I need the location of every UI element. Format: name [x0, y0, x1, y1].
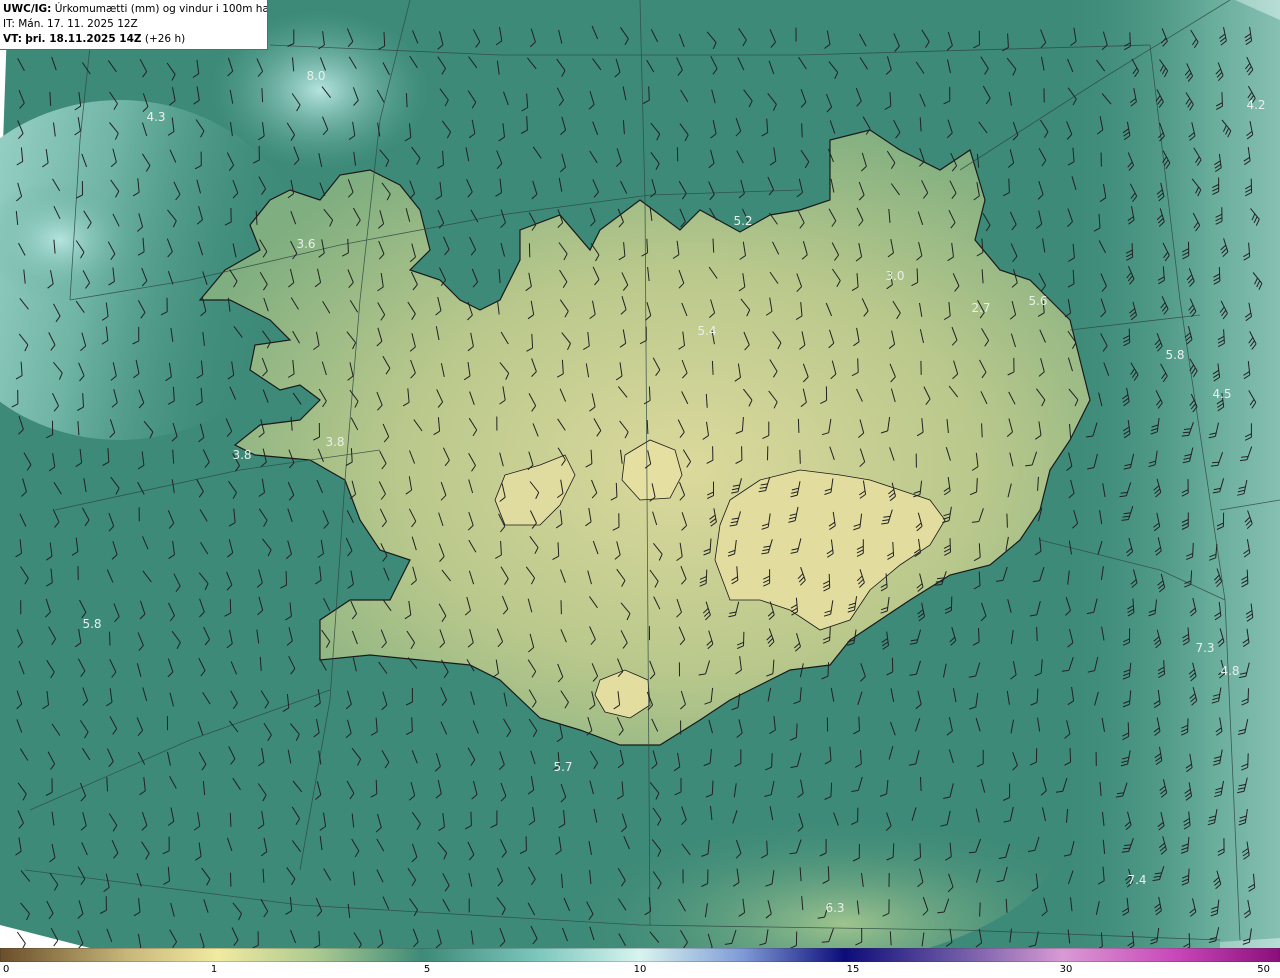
lead-time: (+26 h): [144, 33, 186, 45]
colorbar-gradient: [0, 948, 1280, 962]
colorbar-tick-label: 1: [210, 964, 218, 975]
value-label: 5.2: [733, 214, 752, 228]
colorbar-tick-label: 10: [633, 964, 647, 975]
wind-barb: [1006, 513, 1008, 528]
init-time: IT: Mán. 17. 11. 2025 12Z: [3, 18, 138, 30]
colorbar: 0 1 5 10 15 30 50: [0, 948, 1280, 978]
pw-field-east: [1050, 0, 1280, 948]
value-label: 3.0: [885, 269, 904, 283]
colorbar-tick-label: 30: [1059, 964, 1073, 975]
wind-barb: [920, 776, 922, 792]
colorbar-tick-label: 15: [846, 964, 860, 975]
value-label: 7.4: [1127, 873, 1146, 887]
map-stage: 8.0 4.3 4.2 3.6 5.2 3.0 2.7 5.6 5.4 5.8 4.5 3.8 3.8 5…: [0, 0, 1280, 978]
colorbar-scale: [0, 948, 1280, 962]
value-label: 3.8: [325, 435, 344, 449]
value-label: 5.4: [697, 324, 716, 338]
valid-prefix: VT:: [3, 33, 22, 45]
value-label: 4.3: [146, 110, 165, 124]
value-label: 6.3: [825, 901, 844, 915]
value-label: 4.2: [1246, 98, 1265, 112]
wind-barb: [405, 93, 408, 108]
value-label: 5.7: [553, 760, 572, 774]
value-label: 2.7: [971, 301, 990, 315]
wind-barb: [109, 631, 111, 646]
wind-barb: [261, 88, 264, 103]
precipitable-water-map[interactable]: 8.0 4.3 4.2 3.6 5.2 3.0 2.7 5.6 5.4 5.8 4.5 3.8 3.8 5…: [0, 0, 1280, 948]
header-title-line: UWC/IG: Úrkomumætti (mm) og vindur i 100…: [3, 2, 267, 17]
colorbar-tick-label: 50: [1257, 964, 1270, 975]
value-label: 3.6: [296, 237, 315, 251]
valid-time-line: VT: þri. 18.11.2025 14Z (+26 h): [3, 32, 264, 47]
wind-barb: [799, 449, 801, 464]
wind-barb: [1036, 626, 1038, 642]
colorbar-tick-label: 0: [3, 964, 10, 975]
value-label: 4.8: [1220, 664, 1239, 678]
colorbar-tick-label: 5: [423, 964, 431, 975]
wind-barb: [979, 902, 981, 917]
wind-barb: [49, 91, 52, 106]
wind-barb: [801, 123, 803, 138]
wind-barb: [229, 812, 232, 827]
value-label: 7.3: [1195, 641, 1214, 655]
product-title: Úrkomumætti (mm) og vindur i 100m hæð: [54, 3, 268, 15]
value-label: 8.0: [306, 69, 325, 83]
value-label: 5.6: [1028, 294, 1047, 308]
wind-barb: [981, 423, 983, 438]
map-header: UWC/IG: Úrkomumætti (mm) og vindur i 100…: [0, 0, 268, 50]
wind-barb: [106, 777, 108, 792]
value-label: 3.8: [232, 448, 251, 462]
wind-barb: [712, 238, 715, 253]
value-label: 5.8: [1165, 348, 1184, 362]
value-label: 5.8: [82, 617, 101, 631]
product-code: UWC/IG:: [3, 3, 52, 15]
wind-barb: [711, 360, 714, 375]
value-label: 4.5: [1212, 387, 1231, 401]
valid-time: þri. 18.11.2025 14Z: [25, 33, 142, 45]
wind-barb: [797, 418, 800, 433]
wind-barb: [646, 419, 649, 435]
